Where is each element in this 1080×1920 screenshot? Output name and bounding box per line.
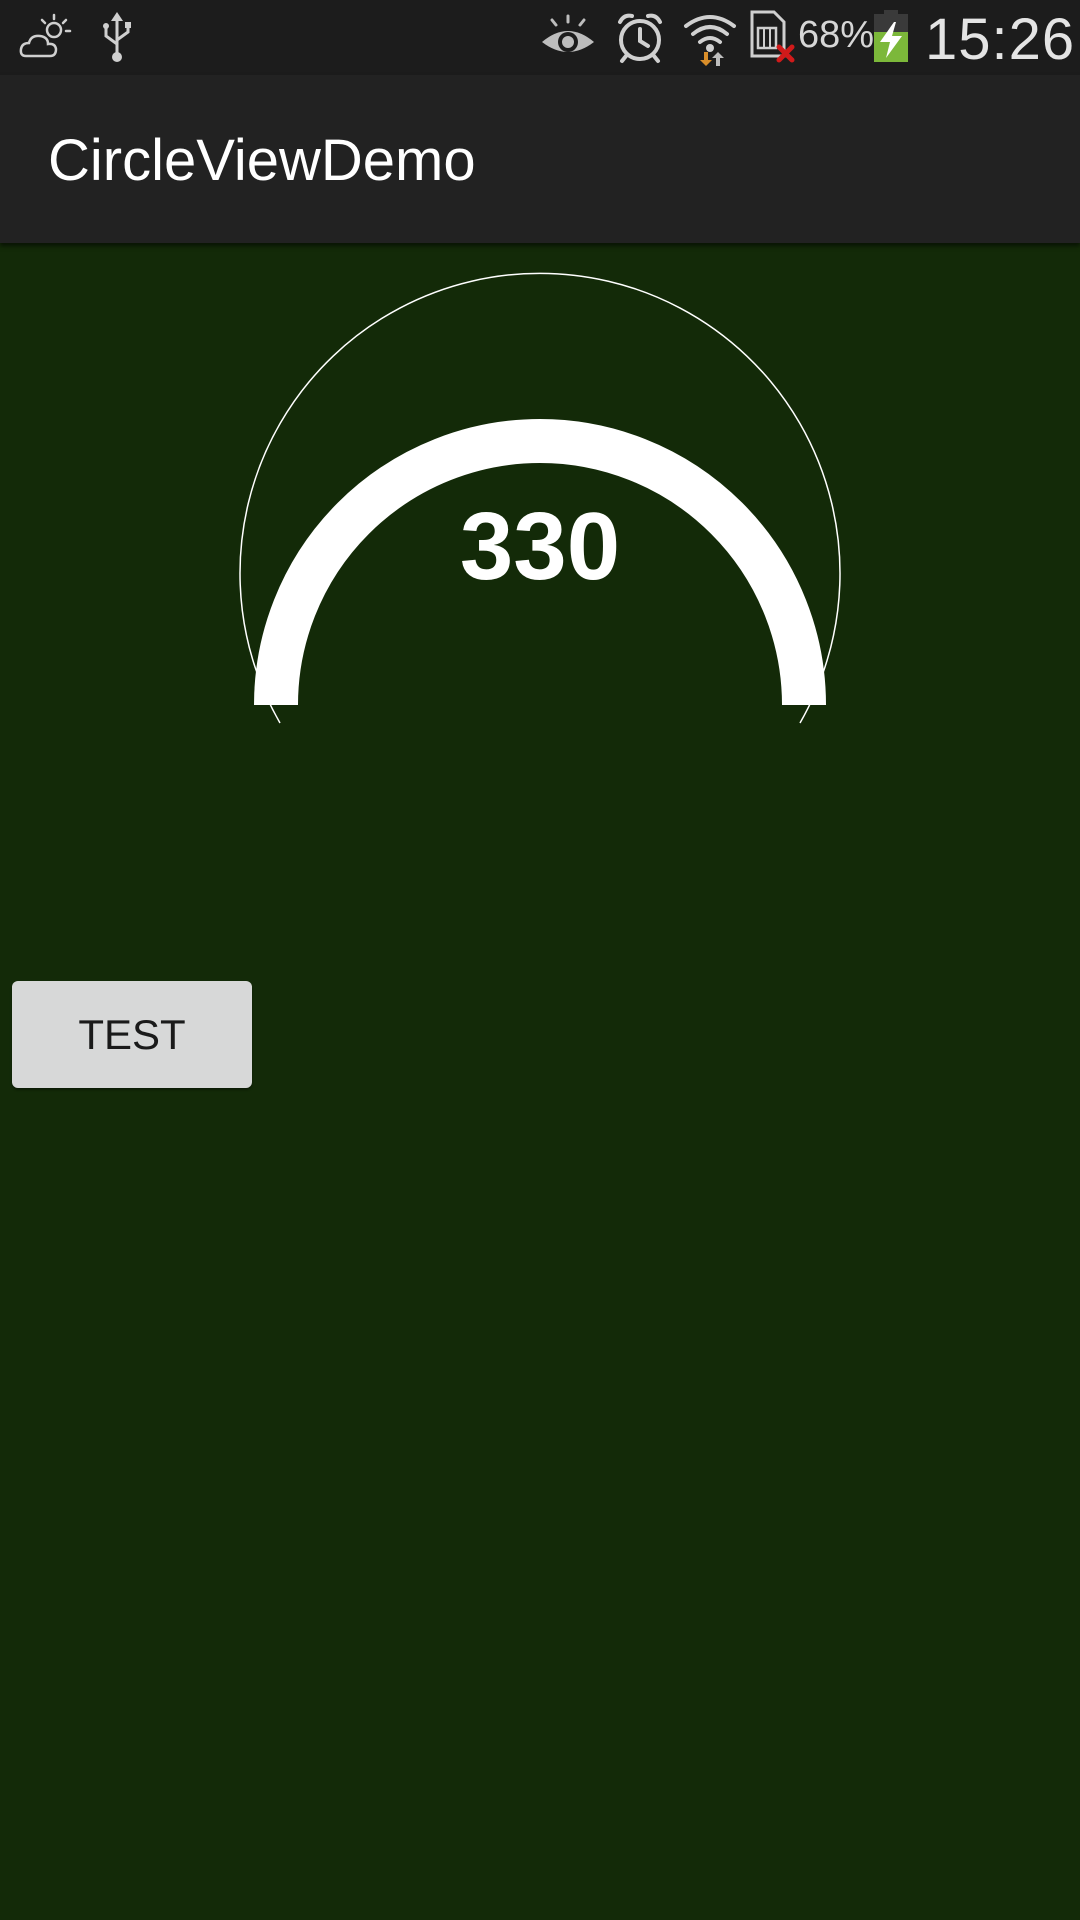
sim-error-icon	[750, 10, 796, 70]
weather-icon	[18, 12, 74, 72]
usb-icon	[100, 10, 134, 70]
eye-icon	[540, 14, 596, 74]
battery-percent: 68%	[798, 14, 875, 56]
wifi-icon	[682, 10, 738, 70]
circle-view: 330	[239, 272, 841, 724]
battery-charging-icon	[872, 8, 910, 68]
status-bar: 68% 15:26	[0, 0, 1080, 75]
test-button[interactable]: TEST	[12, 981, 252, 1088]
app-title: CircleViewDemo	[48, 128, 476, 193]
action-bar: CircleViewDemo	[0, 75, 1080, 243]
alarm-icon	[614, 10, 666, 70]
clock: 15:26	[925, 7, 1076, 72]
gauge-value: 330	[460, 493, 620, 600]
screen: 68% 15:26 CircleViewDemo 330 TEST	[0, 0, 1080, 1920]
